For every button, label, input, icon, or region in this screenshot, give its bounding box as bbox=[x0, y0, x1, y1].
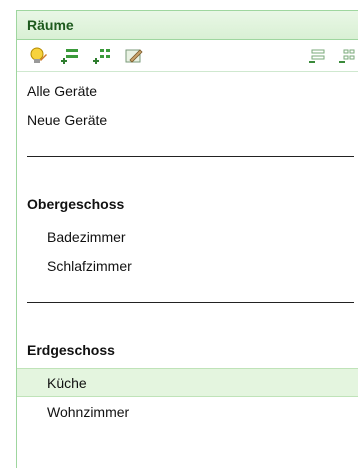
panel-title: Räume bbox=[27, 17, 74, 33]
list-item-label: Wohnzimmer bbox=[47, 403, 130, 420]
group-label: Erdgeschoss bbox=[27, 342, 115, 358]
list-item-room-selected[interactable]: Küche bbox=[17, 368, 358, 397]
group-label: Obergeschoss bbox=[27, 196, 125, 212]
list-item-label: Schlafzimmer bbox=[47, 257, 132, 274]
list-item-label: Badezimmer bbox=[47, 228, 126, 245]
toolbar bbox=[17, 40, 358, 72]
list-item-room[interactable]: Schlafzimmer bbox=[17, 251, 358, 280]
list-item-room[interactable]: Wohnzimmer bbox=[17, 397, 358, 426]
expand-list-icon bbox=[337, 46, 357, 66]
edit-button[interactable] bbox=[123, 46, 145, 66]
edit-icon bbox=[124, 46, 144, 66]
list-item-label: Neue Geräte bbox=[27, 111, 108, 128]
room-list: Alle Geräte Neue Geräte Obergeschoss Bad… bbox=[17, 72, 358, 426]
list-item-label: Alle Geräte bbox=[27, 82, 98, 99]
panel-header: Räume bbox=[17, 10, 358, 40]
lightbulb-edit-button[interactable] bbox=[27, 46, 49, 66]
add-group-button[interactable] bbox=[91, 46, 113, 66]
lightbulb-edit-icon bbox=[28, 46, 48, 66]
add-group-icon bbox=[92, 46, 112, 66]
list-item-new-devices[interactable]: Neue Geräte bbox=[17, 105, 358, 134]
add-room-button[interactable] bbox=[59, 46, 81, 66]
add-room-icon bbox=[60, 46, 80, 66]
list-item-all-devices[interactable]: Alle Geräte bbox=[17, 76, 358, 105]
collapse-list-button[interactable] bbox=[306, 46, 328, 66]
expand-list-button[interactable] bbox=[336, 46, 358, 66]
toolbar-right bbox=[298, 46, 358, 66]
group-header-obergeschoss[interactable]: Obergeschoss bbox=[17, 186, 358, 222]
collapse-list-icon bbox=[307, 46, 327, 66]
list-item-room[interactable]: Badezimmer bbox=[17, 222, 358, 251]
rooms-panel: Räume Alle Geräte Neue Geräte Obergescho… bbox=[16, 10, 358, 468]
divider bbox=[17, 134, 358, 178]
divider bbox=[17, 280, 358, 324]
list-item-label: Küche bbox=[47, 374, 87, 391]
group-header-erdgeschoss[interactable]: Erdgeschoss bbox=[17, 332, 358, 368]
